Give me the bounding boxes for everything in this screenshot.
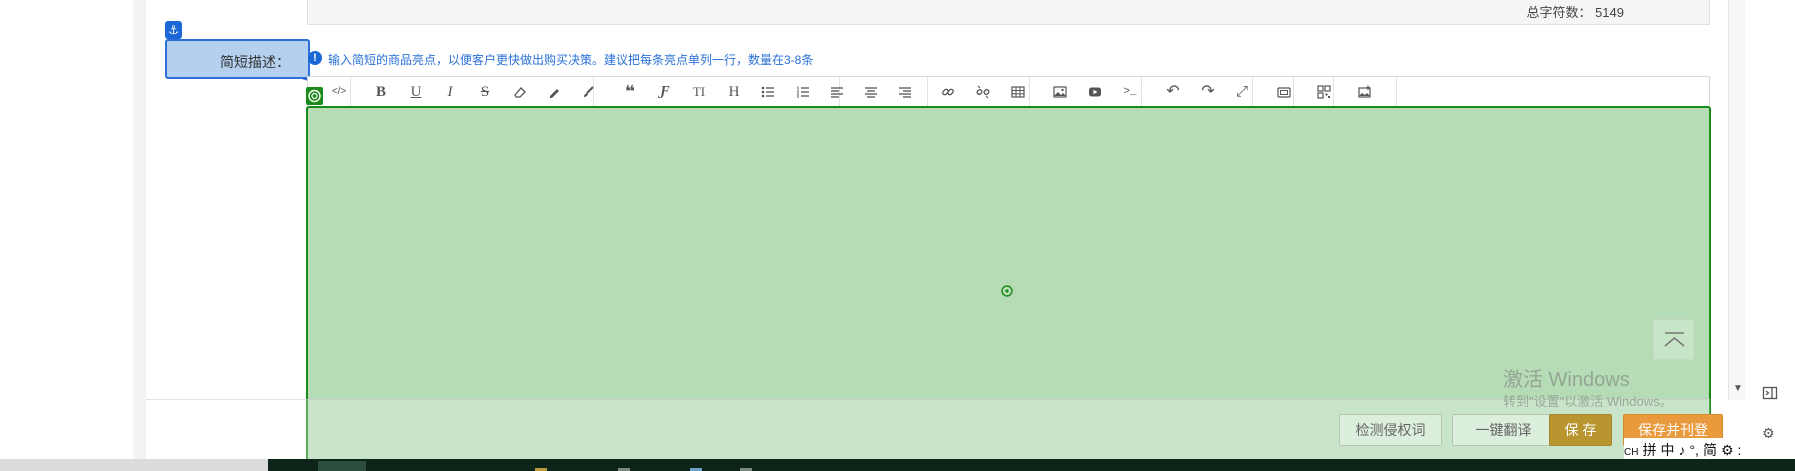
image-icon[interactable] [1048,81,1072,103]
heading-icon[interactable]: H [722,81,746,103]
underline-icon[interactable]: U [404,81,428,103]
page-scrollbar[interactable] [1728,0,1745,400]
field-label-box: 简短描述： [165,39,310,79]
taskbar [0,459,1795,471]
qr-code-icon[interactable] [1312,81,1336,103]
left-divider [133,0,146,460]
activate-windows-subtitle: 转到"设置"以激活 Windows。 [1503,394,1673,409]
scroll-down-arrow-icon[interactable]: ▼ [1733,383,1743,394]
char-count: 总字符数： 5149 [1526,2,1624,21]
table-icon[interactable] [1006,81,1030,103]
sidebar-toggle-icon[interactable] [1762,385,1778,401]
quote-icon[interactable]: ❝ [618,81,642,103]
anchor-icon: ⚓ [165,21,182,39]
translate-button[interactable]: 一键翻译 [1452,414,1555,446]
image-edit-icon[interactable] [1353,81,1377,103]
char-count-value: 5149 [1595,5,1624,20]
numbered-list-icon[interactable] [791,81,815,103]
code-icon[interactable]: >_ [1118,81,1142,103]
taskbar-app-item[interactable] [318,461,366,471]
font-family-icon[interactable]: Ƒ [653,81,677,103]
pencil-icon[interactable] [542,81,566,103]
redo-icon[interactable]: ↷ [1196,81,1220,103]
source-code-icon[interactable]: </> [327,81,351,103]
align-right-icon[interactable] [893,81,917,103]
back-to-top-button[interactable] [1653,319,1694,360]
left-panel [0,0,133,460]
char-count-label: 总字符数： [1526,5,1592,20]
back-to-top-icon [1664,332,1685,347]
eraser-icon[interactable] [508,81,532,103]
previous-field-box[interactable]: 总字符数： 5149 [307,0,1710,25]
editor-toolbar: </> B U I S ❝ Ƒ TI H >_ ↶ ↷ ⤢ [307,76,1710,108]
field-hint: 输入简短的商品亮点，以便客户更快做出购买决策。建议把每条亮点单列一行，数量在3-… [328,53,814,67]
font-size-icon[interactable]: TI [687,81,711,103]
crosshair-icon [1001,285,1013,297]
taskbar-search-box[interactable] [0,459,268,471]
undo-icon[interactable]: ↶ [1161,81,1185,103]
fullscreen-icon[interactable]: ⤢ [1230,81,1254,103]
video-icon[interactable] [1083,81,1107,103]
bold-icon[interactable]: B [369,81,393,103]
bulleted-list-icon[interactable] [756,81,780,103]
brush-icon[interactable] [576,81,600,103]
align-center-icon[interactable] [859,81,883,103]
image-gallery-icon[interactable] [1272,81,1296,103]
activate-windows-title: 激活 Windows [1503,369,1630,391]
info-icon: ! [308,51,322,65]
editor-target-badge-icon [306,87,323,105]
strikethrough-icon[interactable]: S [473,81,497,103]
align-left-icon[interactable] [825,81,849,103]
italic-icon[interactable]: I [438,81,462,103]
field-label: 简短描述： [220,54,290,70]
toolbar-separator [927,77,928,108]
save-button[interactable]: 保 存 [1549,414,1612,446]
link-icon[interactable] [936,81,960,103]
unlink-icon[interactable] [971,81,995,103]
toolbar-separator [1396,77,1397,108]
check-infringing-words-button[interactable]: 检测侵权词 [1339,414,1442,446]
